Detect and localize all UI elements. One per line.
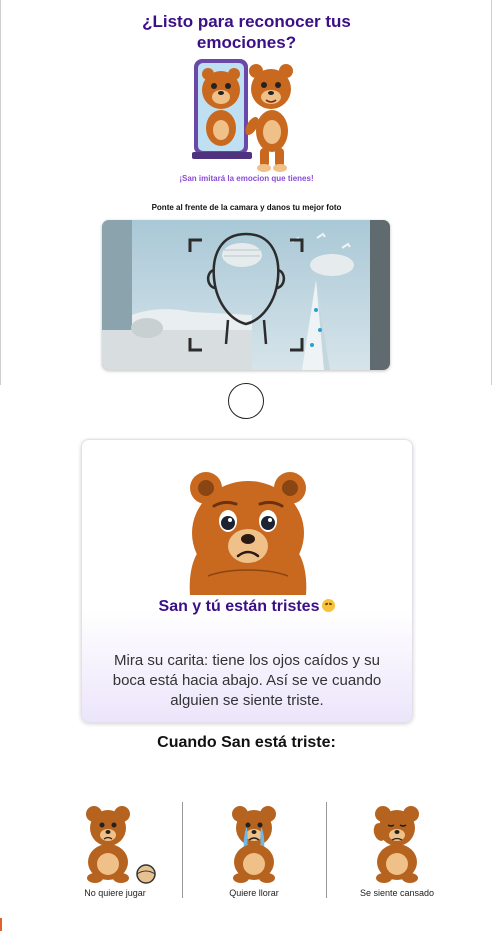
sign-item-no-play: No quiere jugar — [65, 802, 165, 912]
subtitle: ¡San imitará la emocion que tienes! — [179, 174, 314, 183]
page-title-line-1: ¿Listo para reconocer tus — [142, 12, 351, 31]
bear-mirror-illustration — [186, 56, 308, 174]
divider — [182, 802, 183, 898]
emotion-title-text: San y tú están tristes — [158, 598, 320, 615]
sign-caption-tired: Se siente cansado — [359, 888, 435, 898]
emotion-description: Mira su carita: tiene los ojos caídos y … — [112, 652, 382, 709]
right-border — [491, 0, 492, 385]
signs-title: Cuando San está triste: — [157, 734, 336, 751]
sad-bear-illustration — [188, 468, 308, 595]
camera-preview — [102, 220, 390, 370]
left-border — [0, 0, 1, 385]
crying-bear-icon — [232, 806, 276, 883]
emotion-title: San y tú están tristes — [82, 598, 412, 616]
shutter-button[interactable] — [228, 383, 264, 419]
divider — [326, 802, 327, 898]
sign-item-tired: Se siente cansado — [347, 802, 447, 912]
disappointed-face-icon — [322, 599, 336, 612]
camera-hint: Ponte al frente de la camara y danos tu … — [151, 203, 342, 212]
edge-accent — [0, 918, 2, 931]
emotion-card: San y tú están tristes Mira su carita: t… — [81, 439, 413, 723]
sign-item-cry: Quiere llorar — [204, 802, 304, 912]
page-title-line-2: emociones? — [196, 33, 297, 52]
page-title: ¿Listo para reconocer tus emociones? — [0, 11, 493, 53]
sign-caption-no-play: No quiere jugar — [84, 888, 146, 898]
sign-caption-cry: Quiere llorar — [229, 888, 279, 898]
bear-with-ball-icon — [86, 806, 156, 884]
tired-bear-icon — [373, 806, 419, 883]
